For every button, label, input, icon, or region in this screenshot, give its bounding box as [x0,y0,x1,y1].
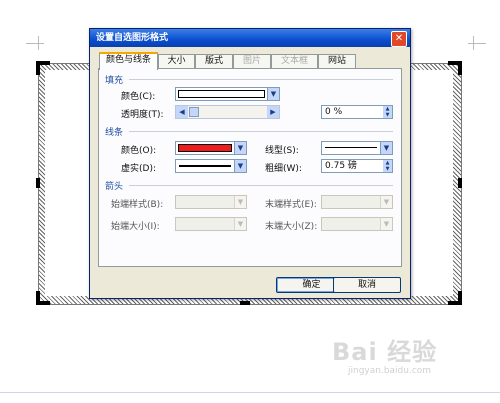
tab-picture: 图片 [233,54,271,68]
side-handle-bottom[interactable] [240,301,250,305]
scroll-left-icon[interactable]: ◀ [176,106,188,118]
chevron-down-icon: ▼ [234,218,246,230]
dialog-titlebar[interactable]: 设置自选图形格式 ✕ [90,29,410,47]
watermark-logo: Bai 经验 [332,338,438,366]
line-color-dropdown[interactable]: ▼ [175,141,247,155]
line-weight-value: 0.75 磅 [325,161,357,171]
chevron-down-icon[interactable]: ▼ [267,88,279,100]
side-handle-right[interactable] [458,178,462,188]
spinner-icon[interactable]: ▲ ▼ [383,160,392,172]
line-group-label: 线条 [105,128,124,138]
ok-button-label: 确定 [302,280,321,290]
transparency-input[interactable]: 0 % ▲ ▼ [321,105,393,119]
chevron-down-icon: ▼ [380,218,392,230]
tab-web[interactable]: 网站 [318,54,356,68]
line-style-preview [325,147,377,148]
cancel-button-label: 取消 [357,280,376,290]
line-dash-preview [179,165,231,167]
line-dash-label: 虚实(D): [121,164,156,174]
close-button[interactable]: ✕ [391,31,407,47]
chevron-down-icon[interactable]: ▼ [234,160,246,172]
tab-label: 文本框 [280,56,308,66]
begin-style-dropdown: ▼ [175,195,247,209]
line-group-divider [129,131,393,132]
transparency-value: 0 % [325,107,343,117]
end-size-label: 末端大小(Z): [265,222,318,232]
line-weight-label: 粗细(W): [265,164,302,174]
corner-handle-tr-v[interactable] [458,61,462,75]
corner-handle-tl-v[interactable] [36,61,40,75]
fill-color-label: 颜色(C): [121,92,156,102]
tab-panel-colors-lines: 填充 颜色(C): ▼ 透明度(T): ◀ ▶ 0 % ▲ ▼ 线条 颜色(O):… [98,68,402,267]
chevron-down-icon[interactable]: ▼ [380,142,392,154]
arrows-group-divider [129,185,393,186]
cancel-button[interactable]: 取消 [333,277,401,293]
line-style-label: 线型(S): [265,146,299,156]
transparency-label: 透明度(T): [121,110,164,120]
chevron-down-icon: ▼ [380,196,392,208]
page-corner-guide-left-h [26,43,44,44]
line-dash-dropdown[interactable]: ▼ [175,159,247,173]
line-weight-input[interactable]: 0.75 磅 ▲ ▼ [321,159,393,173]
begin-size-dropdown: ▼ [175,217,247,231]
dialog-title: 设置自选图形格式 [96,33,169,43]
close-icon: ✕ [394,33,404,44]
tab-label: 网站 [327,56,346,66]
fill-color-dropdown[interactable]: ▼ [175,87,280,101]
tab-label: 版式 [204,56,223,66]
tab-size[interactable]: 大小 [158,54,195,68]
end-style-label: 末端样式(E): [265,200,317,210]
page-corner-guide-left-v [38,36,39,50]
line-color-label: 颜色(O): [121,146,157,156]
arrows-group-label: 箭头 [105,182,124,192]
page-corner-guide-right-h [468,43,486,44]
tab-layout[interactable]: 版式 [195,54,233,68]
page-bottom-line [0,392,500,393]
fill-group-label: 填充 [105,76,124,86]
watermark-url: jingyan.baidu.com [348,366,432,376]
tab-colors-lines[interactable]: 颜色与线条 [99,52,158,70]
slider-thumb[interactable] [189,107,199,117]
format-autoshape-dialog: 设置自选图形格式 ✕ 颜色与线条 大小 版式 图片 文本框 网站 填充 颜色(C… [89,28,411,299]
tab-textbox: 文本框 [271,54,318,68]
corner-handle-bl-v[interactable] [36,291,40,305]
side-handle-left[interactable] [36,178,40,188]
line-style-dropdown[interactable]: ▼ [321,141,393,155]
page-corner-guide-right-v [473,36,474,50]
scroll-right-icon[interactable]: ▶ [267,106,279,118]
corner-handle-br-v[interactable] [458,291,462,305]
line-color-swatch [178,144,232,152]
begin-style-label: 始端样式(B): [111,200,164,210]
transparency-slider[interactable]: ◀ ▶ [175,105,280,119]
chevron-down-icon[interactable]: ▼ [234,142,246,154]
chevron-down-icon: ▼ [234,196,246,208]
fill-color-swatch [178,90,265,98]
tab-label: 大小 [167,56,186,66]
end-size-dropdown: ▼ [321,217,393,231]
tab-label: 图片 [242,56,261,66]
fill-group-divider [129,79,393,80]
begin-size-label: 始端大小(I): [111,222,160,232]
end-style-dropdown: ▼ [321,195,393,209]
spinner-icon[interactable]: ▲ ▼ [383,106,392,118]
tab-label: 颜色与线条 [105,55,151,65]
